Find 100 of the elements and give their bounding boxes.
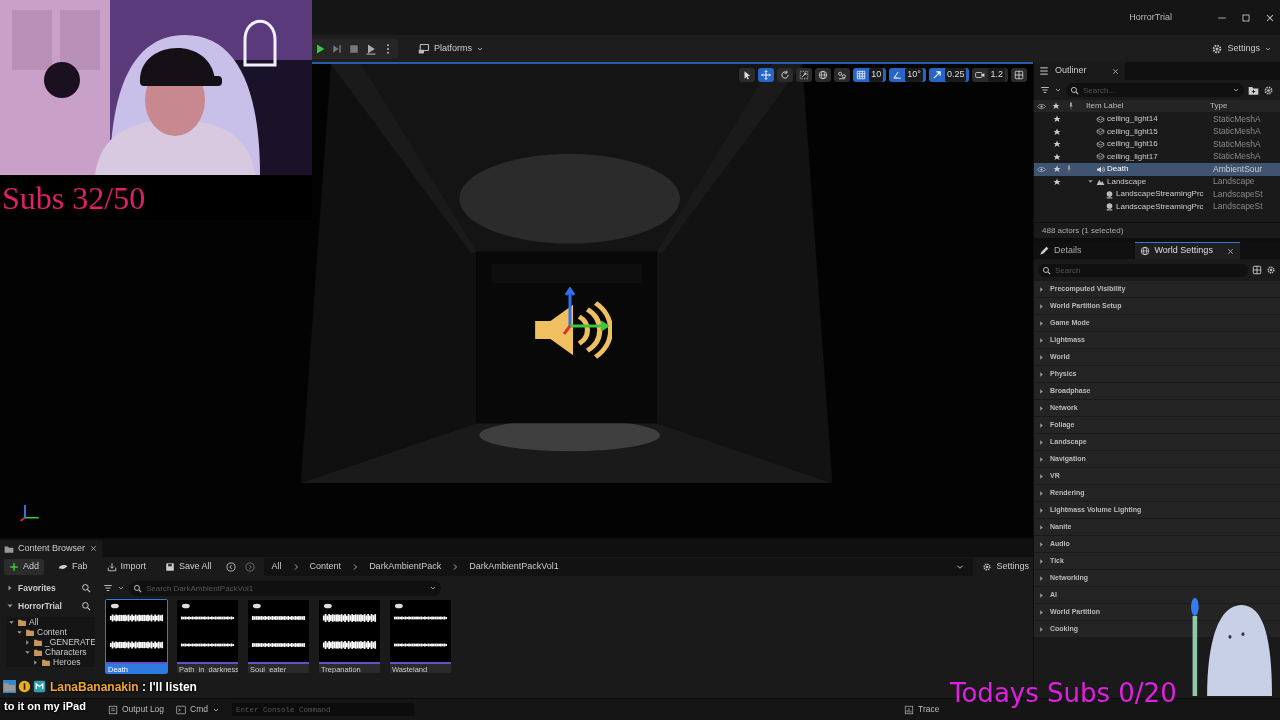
expander-icon[interactable] — [1038, 319, 1045, 327]
expander-icon[interactable] — [1038, 336, 1045, 344]
platforms-button[interactable]: Platforms — [418, 41, 484, 56]
expander-icon[interactable] — [1038, 591, 1045, 599]
cube-icon — [1096, 114, 1105, 124]
expander-icon[interactable] — [1038, 506, 1045, 514]
viewport-tool-button[interactable] — [777, 68, 794, 82]
star-icon[interactable] — [1053, 152, 1061, 161]
star-icon[interactable] — [1053, 177, 1061, 186]
settings-button[interactable]: Settings — [982, 560, 1029, 574]
search-icon[interactable] — [81, 601, 91, 611]
viewport-tool-button[interactable]: 1.2 — [972, 68, 1008, 82]
close-icon[interactable] — [89, 544, 99, 553]
platforms-icon — [418, 42, 430, 55]
star-icon[interactable] — [1053, 115, 1061, 124]
outliner-row[interactable]: Landscape Landscape — [1034, 175, 1280, 188]
add-button[interactable]: Add — [4, 559, 44, 575]
expander-icon[interactable] — [1038, 472, 1045, 480]
stop-icon[interactable] — [348, 42, 360, 55]
breadcrumb-link[interactable]: DarkAmbientPackVol1 — [469, 560, 559, 574]
star-icon[interactable] — [1053, 140, 1061, 149]
output-log-button[interactable]: Output Log — [108, 703, 165, 716]
viewport-tool-button[interactable] — [815, 68, 832, 82]
settings-icon[interactable] — [1266, 265, 1276, 275]
expander-icon[interactable] — [1038, 455, 1045, 463]
outliner-row[interactable]: Death AmbientSour — [1034, 163, 1280, 176]
eye-icon[interactable] — [1037, 164, 1046, 174]
outliner-row[interactable]: ceiling_light17 StaticMeshA — [1034, 150, 1280, 163]
outliner-row[interactable]: ceiling_light14 StaticMeshA — [1034, 113, 1280, 126]
viewport-tool-button[interactable] — [758, 68, 775, 82]
expander-icon[interactable] — [1038, 608, 1045, 616]
cmd-button[interactable]: Cmd — [176, 703, 220, 716]
viewport-tool-button[interactable]: 10° — [889, 68, 926, 82]
launch-icon[interactable] — [365, 42, 377, 55]
add-folder-icon[interactable] — [1248, 84, 1259, 96]
outliner-row[interactable]: LandscapeStreamingPrc LandscapeSt — [1034, 200, 1280, 213]
expander-icon[interactable] — [1038, 302, 1045, 310]
folder-item[interactable]: All — [29, 615, 39, 629]
caret-icon[interactable] — [117, 584, 125, 592]
expander-icon[interactable] — [1087, 178, 1094, 186]
outliner-row[interactable]: LandscapeStreamingPrc LandscapeSt — [1034, 188, 1280, 201]
expander-icon[interactable] — [1038, 370, 1045, 378]
panel-tab[interactable]: World Settings — [1134, 242, 1240, 259]
viewport-tool-button[interactable] — [834, 68, 851, 82]
expander-icon[interactable] — [1038, 387, 1045, 395]
breadcrumb-link[interactable]: DarkAmbientPack — [369, 560, 442, 574]
viewport-tool-button[interactable] — [796, 68, 813, 82]
settings-icon[interactable] — [1263, 84, 1274, 96]
settings-button[interactable]: Settings — [1211, 41, 1272, 56]
expander-icon[interactable] — [1038, 438, 1045, 446]
play-icon[interactable] — [314, 42, 326, 55]
step-icon[interactable] — [331, 42, 343, 55]
project-header[interactable]: HorrorTrial — [18, 599, 77, 613]
expander-icon[interactable] — [1038, 404, 1045, 412]
back-icon[interactable] — [225, 562, 236, 572]
viewport-tool-button[interactable] — [739, 68, 756, 82]
caret-icon[interactable] — [1054, 86, 1062, 94]
expander-icon[interactable] — [24, 648, 31, 656]
expander-icon[interactable] — [1038, 421, 1045, 429]
viewport-tool-button[interactable]: 10 — [853, 68, 887, 82]
expander-icon[interactable] — [1038, 489, 1045, 497]
outliner-row[interactable]: ceiling_light15 StaticMeshA — [1034, 125, 1280, 138]
star-icon[interactable] — [1053, 165, 1061, 174]
viewport-tool-button[interactable]: 0.25 — [928, 68, 970, 82]
expander-icon[interactable] — [1038, 540, 1045, 548]
breadcrumb-link[interactable]: Content — [309, 560, 342, 574]
favorites-header[interactable]: Favorites — [18, 581, 77, 595]
viewport-tool-button[interactable] — [1011, 68, 1027, 82]
trace-button[interactable]: Trace — [904, 703, 940, 716]
panel-tab[interactable]: Details — [1034, 242, 1087, 259]
expander-icon[interactable] — [1038, 625, 1045, 633]
outliner-tab[interactable]: Outliner — [1034, 62, 1125, 80]
expander-icon[interactable] — [1038, 574, 1045, 582]
save-button[interactable]: Save All — [160, 559, 217, 575]
expander-icon[interactable] — [1038, 557, 1045, 565]
content-browser-tab[interactable]: Content Browser — [0, 540, 103, 557]
import-button[interactable]: Import — [101, 559, 152, 575]
outliner-row[interactable]: ceiling_light16 StaticMeshA — [1034, 138, 1280, 151]
search-icon[interactable] — [81, 583, 91, 593]
maximize-icon[interactable] — [1240, 11, 1252, 24]
expander-icon[interactable] — [6, 584, 14, 592]
expander-icon[interactable] — [16, 628, 23, 636]
breadcrumb-link[interactable]: All — [271, 560, 282, 574]
expander-icon[interactable] — [1038, 353, 1045, 361]
fab-button[interactable]: Fab — [53, 559, 93, 575]
table-icon[interactable] — [1252, 265, 1262, 275]
expander-icon[interactable] — [8, 618, 15, 626]
expander-icon[interactable] — [1038, 285, 1045, 293]
column-header[interactable]: Item Label — [1078, 100, 1208, 112]
column-header[interactable]: Type — [1210, 100, 1228, 112]
star-icon[interactable] — [1053, 127, 1061, 136]
expander-icon[interactable] — [32, 658, 39, 666]
close-icon[interactable] — [1110, 66, 1120, 76]
expander-icon[interactable] — [24, 638, 31, 646]
expander-icon[interactable] — [6, 602, 14, 610]
filter-icon[interactable] — [1040, 85, 1050, 95]
forward-icon[interactable] — [244, 562, 255, 572]
filter-icon[interactable] — [103, 583, 113, 593]
close-icon[interactable] — [1225, 246, 1235, 256]
expander-icon[interactable] — [1038, 523, 1045, 531]
